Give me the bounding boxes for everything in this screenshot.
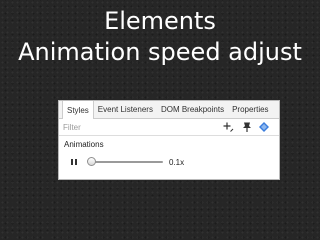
- slide-title: Elements: [104, 7, 216, 35]
- animation-speed-value: 0.1x: [169, 158, 185, 167]
- filter-bar: [59, 119, 279, 136]
- animation-speed-slider[interactable]: [87, 156, 163, 168]
- slider-thumb[interactable]: [87, 157, 96, 166]
- animations-section-label: Animations: [64, 140, 104, 149]
- tab-properties[interactable]: Properties: [228, 101, 272, 118]
- tab-dom-breakpoints[interactable]: DOM Breakpoints: [157, 101, 228, 118]
- tab-styles[interactable]: Styles: [62, 101, 94, 119]
- element-state-pin-icon[interactable]: [241, 121, 253, 133]
- color-format-icon[interactable]: [258, 121, 270, 133]
- add-style-rule-icon[interactable]: [222, 121, 234, 133]
- slider-track: [91, 161, 163, 163]
- pause-icon[interactable]: [69, 157, 79, 167]
- filter-input[interactable]: [63, 122, 203, 133]
- tab-event-listeners[interactable]: Event Listeners: [94, 101, 157, 118]
- devtools-styles-panel: Styles Event Listeners DOM Breakpoints P…: [58, 100, 280, 180]
- sidebar-tabbar: Styles Event Listeners DOM Breakpoints P…: [59, 101, 279, 119]
- slide-subtitle: Animation speed adjust: [18, 38, 302, 66]
